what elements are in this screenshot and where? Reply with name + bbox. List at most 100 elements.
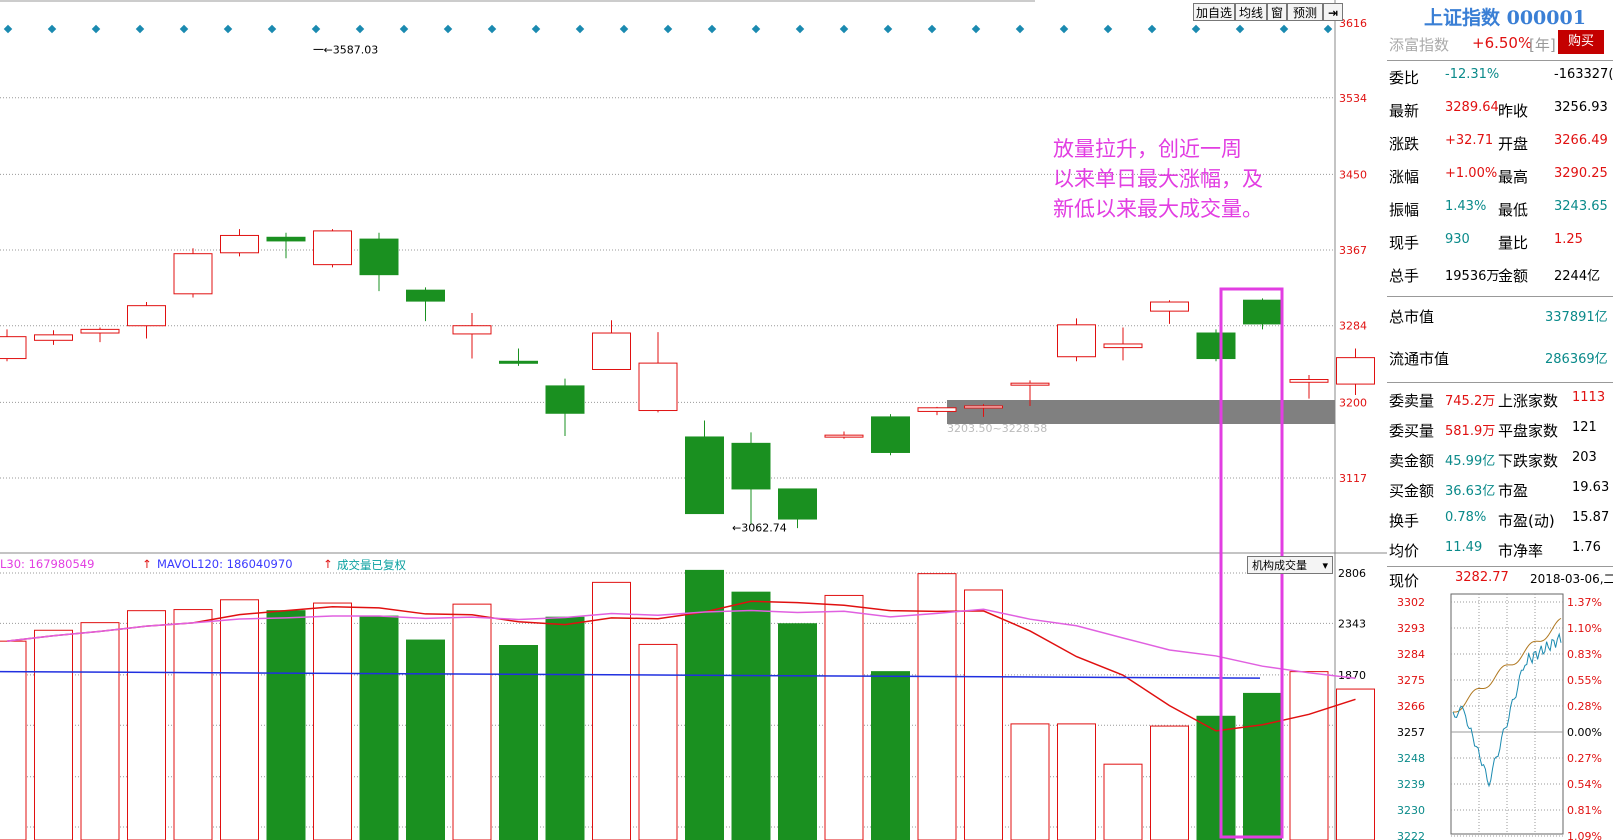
candle-body[interactable] <box>1336 357 1375 385</box>
candle-body[interactable] <box>1010 382 1050 386</box>
candle-body[interactable] <box>452 325 492 335</box>
volume-bar[interactable] <box>1010 723 1050 840</box>
quote-value: 2244亿 <box>1554 269 1601 284</box>
volume-bar[interactable] <box>1103 763 1143 840</box>
candle-body[interactable] <box>778 488 817 520</box>
add-watchlist-button[interactable]: 加自选 <box>1193 3 1235 21</box>
trade-value: 581.9万 <box>1445 424 1496 439</box>
volume-bar[interactable] <box>359 615 399 840</box>
fund-return: +6.50% <box>1472 34 1533 52</box>
indicator-select[interactable]: 机构成交量 ▾ <box>1247 556 1333 574</box>
candle-body[interactable] <box>917 407 957 412</box>
volume-bar[interactable] <box>1057 723 1096 840</box>
candle-body[interactable] <box>871 416 910 453</box>
dot-marker-icon <box>399 24 409 34</box>
volume-bar[interactable] <box>964 589 1003 840</box>
candle-body[interactable] <box>545 385 585 414</box>
volume-bar[interactable] <box>1196 715 1236 840</box>
volume-bar[interactable] <box>266 610 306 840</box>
moving-average-button[interactable]: 均线 <box>1235 3 1267 21</box>
candle-body[interactable] <box>406 289 445 302</box>
trade-label: 市盈 <box>1498 482 1529 500</box>
mini-price-tick: 3257 <box>1397 726 1425 739</box>
candle-body[interactable] <box>359 238 399 276</box>
price-tick: 3367 <box>1339 244 1367 257</box>
price-tick: 3200 <box>1339 396 1367 409</box>
collapse-right-icon[interactable]: ⇥ <box>1323 3 1343 21</box>
candle-body[interactable] <box>80 328 120 334</box>
candle-body[interactable] <box>824 434 864 438</box>
quote-label: 昨收 <box>1498 102 1529 120</box>
volume-bar[interactable] <box>313 602 352 840</box>
now-label: 现价 <box>1389 572 1420 590</box>
trade-value: 1.76 <box>1572 540 1601 555</box>
dot-marker-icon <box>135 24 145 34</box>
volume-bar[interactable] <box>220 599 259 840</box>
now-price: 3282.77 <box>1455 570 1509 585</box>
quote-value: 3290.25 <box>1554 166 1608 181</box>
candle-body[interactable] <box>1057 324 1096 358</box>
forecast-button[interactable]: 预测 <box>1287 3 1323 21</box>
volume-bar[interactable] <box>1289 671 1329 840</box>
candle-body[interactable] <box>127 305 166 327</box>
volume-bar[interactable] <box>545 616 585 840</box>
trade-label: 市净率 <box>1498 542 1544 560</box>
chevron-down-icon: ▾ <box>1322 559 1328 572</box>
volume-bar[interactable] <box>80 622 120 840</box>
window-button[interactable]: 窗 <box>1267 3 1287 21</box>
candle-body[interactable] <box>1289 379 1329 383</box>
indicator-label: 机构成交量 <box>1252 559 1307 572</box>
candle-body[interactable] <box>499 360 538 364</box>
volume-bar[interactable] <box>127 610 166 840</box>
quote-label: 最高 <box>1498 168 1529 186</box>
quote-row: 买金额 36.63亿 市盈 19.63 <box>1387 474 1613 504</box>
dot-marker-icon <box>531 24 541 34</box>
trade-value: 45.99亿 <box>1445 454 1496 469</box>
candle-body[interactable] <box>731 442 771 490</box>
dot-marker-icon <box>751 24 761 34</box>
intraday-mini-chart[interactable]: 3302 1.37% 3293 1.10% 3284 0.83% 3275 0.55% 3266… <box>1387 590 1613 840</box>
candle-body[interactable] <box>964 405 1003 409</box>
candle-body[interactable] <box>266 236 306 242</box>
candle-body[interactable] <box>1150 301 1189 312</box>
volume-bar[interactable] <box>34 629 73 840</box>
dot-marker-icon <box>883 24 893 34</box>
candle-body[interactable] <box>1243 299 1282 325</box>
volume-bar[interactable] <box>638 643 678 840</box>
candle-body[interactable] <box>34 334 73 341</box>
candle-body[interactable] <box>685 436 724 515</box>
buy-button[interactable]: 购买 <box>1558 30 1604 54</box>
quote-row: 现手 930 量比 1.25 <box>1387 226 1613 259</box>
volume-bar[interactable] <box>824 594 864 840</box>
candle-body[interactable] <box>313 230 352 266</box>
quote-row: 涨幅 +1.00% 最高 3290.25 <box>1387 160 1613 193</box>
volume-bar[interactable] <box>173 609 213 840</box>
candle-body[interactable] <box>1196 332 1236 360</box>
trade-value: 1113 <box>1572 390 1606 405</box>
candle-body[interactable] <box>1103 343 1143 349</box>
volume-bar[interactable] <box>406 639 445 840</box>
volume-bar[interactable] <box>592 581 631 840</box>
volume-bar[interactable] <box>452 603 492 840</box>
volume-bar[interactable] <box>1243 692 1282 840</box>
low-marker: ←3062.74 <box>732 521 787 534</box>
mini-price-tick: 3293 <box>1397 622 1425 635</box>
volume-bar[interactable] <box>1150 725 1189 840</box>
price-tick: 3534 <box>1339 92 1367 105</box>
candle-body[interactable] <box>173 253 213 295</box>
kline-chart[interactable]: 3616 3534 3450 3367 3284 3200 3117 3203.50~3228… <box>0 0 1387 840</box>
volume-bar[interactable] <box>778 623 817 840</box>
volume-bar[interactable] <box>1336 688 1375 840</box>
volume-bar[interactable] <box>731 591 771 840</box>
candle-body[interactable] <box>220 234 259 254</box>
trade-label: 平盘家数 <box>1498 422 1559 440</box>
candle-body[interactable] <box>0 336 27 360</box>
quote-row: 卖金额 45.99亿 下跌家数 203 <box>1387 444 1613 474</box>
quote-value: 19536万 <box>1445 269 1500 284</box>
candle-body[interactable] <box>592 332 631 370</box>
quote-value: -163327( <box>1554 67 1613 82</box>
candle-body[interactable] <box>638 362 678 412</box>
fund-name[interactable]: 添富指数 <box>1389 34 1449 55</box>
quote-row: 均价 11.49 市净率 1.76 <box>1387 534 1613 564</box>
volume-bar[interactable] <box>871 671 910 840</box>
